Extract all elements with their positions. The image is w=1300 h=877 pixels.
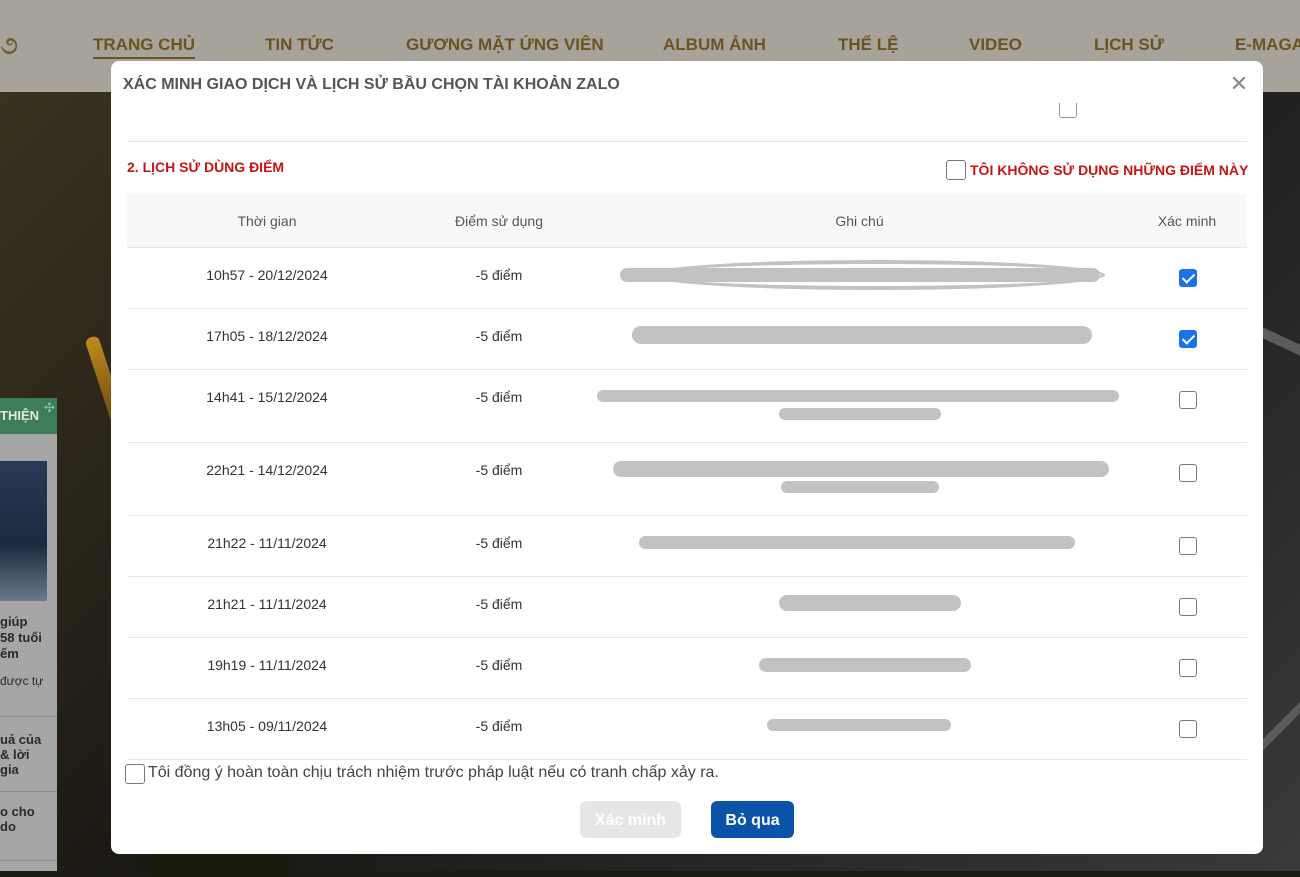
- verify-checkbox[interactable]: [1179, 659, 1197, 677]
- nav-video[interactable]: VIDEO: [969, 35, 1022, 55]
- row-points: -5 điểm: [475, 596, 523, 612]
- table-row: 10h57 - 20/12/2024 -5 điểm: [127, 248, 1247, 309]
- table-row: 13h05 - 09/11/2024 -5 điểm: [127, 699, 1247, 760]
- optout-label[interactable]: TÔI KHÔNG SỬ DỤNG NHỮNG ĐIỂM NÀY: [970, 162, 1248, 178]
- column-header-verify: Xác minh: [1157, 213, 1217, 229]
- side-news-text[interactable]: do: [0, 819, 16, 835]
- row-points: -5 điểm: [475, 657, 523, 673]
- table-row: 21h21 - 11/11/2024 -5 điểm: [127, 577, 1247, 638]
- side-news-text: được tự: [0, 674, 44, 688]
- section-title: 2. LỊCH SỬ DÙNG ĐIỂM: [127, 159, 285, 175]
- checkbox-partial[interactable]: [1059, 103, 1077, 118]
- agree-label[interactable]: Tôi đồng ý hoàn toàn chịu trách nhiệm tr…: [148, 764, 719, 782]
- verify-checkbox[interactable]: [1179, 391, 1197, 409]
- verify-checkbox[interactable]: [1179, 598, 1197, 616]
- table-header: Thời gian Điểm sử dụng Ghi chú Xác minh: [127, 194, 1247, 248]
- row-points: -5 điểm: [475, 535, 523, 551]
- row-time: 10h57 - 20/12/2024: [206, 267, 328, 283]
- side-news-text[interactable]: 58 tuổi: [0, 630, 42, 646]
- row-time: 19h19 - 11/11/2024: [207, 657, 327, 673]
- side-divider: [0, 716, 57, 717]
- side-news-text[interactable]: giúp: [0, 614, 27, 630]
- close-icon[interactable]: ✕: [1229, 73, 1249, 95]
- verify-button[interactable]: Xác minh: [580, 801, 681, 838]
- side-panel-title: THIỆN: [0, 408, 39, 423]
- table-row: 21h22 - 11/11/2024 -5 điểm: [127, 516, 1247, 577]
- row-time: 21h22 - 11/11/2024: [207, 535, 327, 551]
- side-divider: [0, 791, 57, 792]
- row-time: 14h41 - 15/12/2024: [206, 389, 328, 405]
- side-divider: [0, 860, 57, 861]
- row-time: 17h05 - 18/12/2024: [206, 328, 328, 344]
- verification-modal: XÁC MINH GIAO DỊCH VÀ LỊCH SỬ BẦU CHỌN T…: [111, 61, 1263, 854]
- side-panel-header: THIỆN ✣: [0, 398, 57, 434]
- verify-checkbox[interactable]: [1179, 269, 1197, 287]
- nav-the-le[interactable]: THỂ LỆ: [838, 35, 898, 55]
- modal-title: XÁC MINH GIAO DỊCH VÀ LỊCH SỬ BẦU CHỌN T…: [123, 76, 620, 93]
- column-header-time: Thời gian: [237, 213, 297, 229]
- table-row: 14h41 - 15/12/2024 -5 điểm: [127, 370, 1247, 443]
- side-news-text[interactable]: & lời: [0, 747, 29, 763]
- row-time: 13h05 - 09/11/2024: [206, 718, 328, 734]
- row-points: -5 điểm: [475, 718, 523, 734]
- side-news-text[interactable]: ếm: [0, 646, 19, 662]
- nav-tin-tuc[interactable]: TIN TỨC: [265, 35, 334, 55]
- verify-checkbox[interactable]: [1179, 464, 1197, 482]
- row-time: 21h21 - 11/11/2024: [207, 596, 327, 612]
- nav-e-magazine[interactable]: E-MAGA: [1235, 35, 1300, 55]
- side-news-text[interactable]: gia: [0, 762, 19, 778]
- site-logo[interactable]: ૭: [0, 28, 18, 62]
- side-news-text[interactable]: o cho: [0, 804, 35, 820]
- nav-guong-mat-ung-vien[interactable]: GƯƠNG MẶT ỨNG VIÊN: [406, 35, 604, 55]
- optout-checkbox[interactable]: [946, 160, 966, 180]
- table-row: 19h19 - 11/11/2024 -5 điểm: [127, 638, 1247, 699]
- column-header-note: Ghi chú: [835, 213, 884, 229]
- row-points: -5 điểm: [475, 462, 523, 478]
- nav-lich-su[interactable]: LỊCH SỬ: [1094, 35, 1164, 55]
- verify-checkbox[interactable]: [1179, 330, 1197, 348]
- side-news-panel: THIỆN ✣ giúp 58 tuổi ếm được tự uả của &…: [0, 398, 57, 871]
- agree-checkbox[interactable]: [125, 764, 145, 784]
- skip-button[interactable]: Bỏ qua: [711, 801, 794, 838]
- pinwheel-icon: ✣: [44, 400, 55, 415]
- table-row: 22h21 - 14/12/2024 -5 điểm: [127, 443, 1247, 516]
- side-news-image[interactable]: [0, 461, 47, 601]
- side-news-text[interactable]: uả của: [0, 732, 41, 748]
- table-row: 17h05 - 18/12/2024 -5 điểm: [127, 309, 1247, 370]
- row-points: -5 điểm: [475, 328, 523, 344]
- nav-album-anh[interactable]: ALBUM ẢNH: [663, 35, 766, 55]
- row-points: -5 điểm: [475, 389, 523, 405]
- divider: [127, 141, 1247, 142]
- row-points: -5 điểm: [475, 267, 523, 283]
- verify-checkbox[interactable]: [1179, 537, 1197, 555]
- column-header-points: Điểm sử dụng: [455, 213, 543, 229]
- row-time: 22h21 - 14/12/2024: [206, 462, 328, 478]
- nav-trang-chu[interactable]: TRANG CHỦ: [93, 35, 195, 59]
- verify-checkbox[interactable]: [1179, 720, 1197, 738]
